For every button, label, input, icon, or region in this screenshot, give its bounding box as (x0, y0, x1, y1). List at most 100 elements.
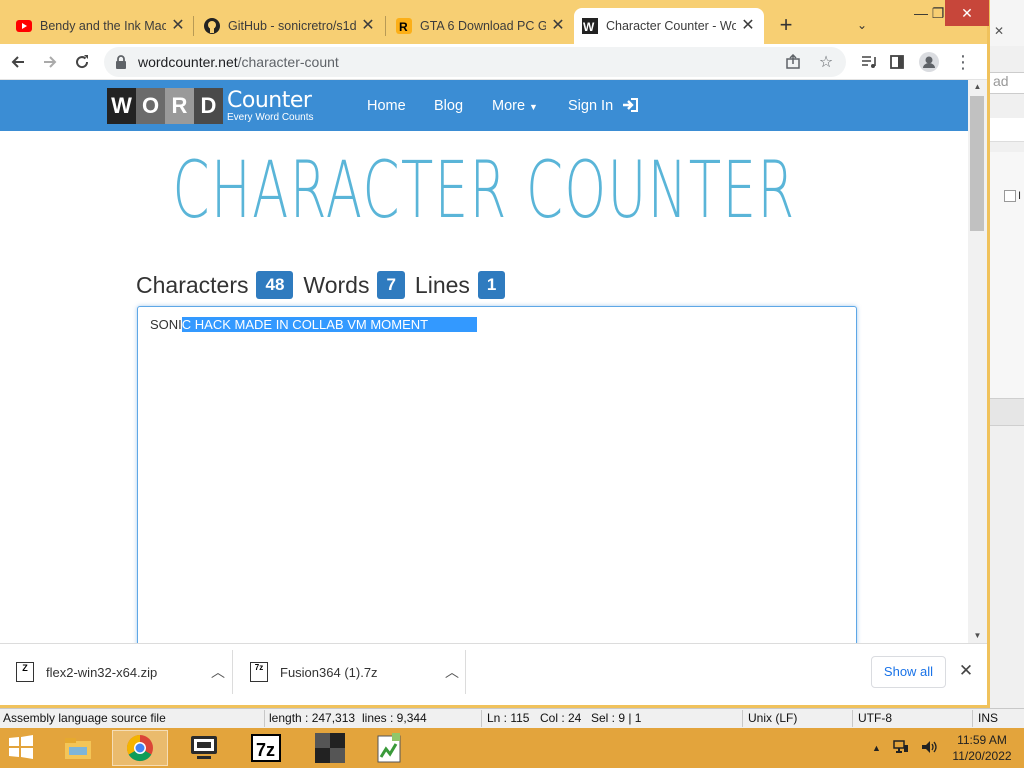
status-separator (481, 710, 482, 727)
logo-letter: O (136, 88, 165, 124)
volume-icon[interactable] (921, 740, 937, 757)
status-separator (742, 710, 743, 727)
status-separator (852, 710, 853, 727)
scroll-up-arrow-icon[interactable]: ▲ (968, 80, 987, 94)
page-viewport: W O R D Counter Every Word Counts Home B… (0, 80, 987, 643)
browser-window: Bendy and the Ink Mac ✕ GitHub - sonicre… (0, 0, 990, 708)
sign-in-icon (623, 98, 639, 112)
logo-tagline: Every Word Counts (227, 111, 314, 123)
7zip-icon[interactable]: 7z (238, 730, 294, 766)
page-scrollbar[interactable]: ▲ ▼ (968, 80, 987, 643)
address-bar[interactable]: wordcounter.net/character-count ☆ (104, 47, 846, 77)
bookmark-star-icon[interactable]: ☆ (814, 50, 838, 74)
tab-search-icon[interactable]: ⌄ (852, 14, 872, 36)
windows-start-icon[interactable] (6, 734, 40, 762)
scrollbar-thumb[interactable] (970, 96, 984, 231)
show-all-button[interactable]: Show all (871, 656, 946, 688)
text-input-area[interactable]: SONIC HACK MADE IN COLLAB VM MOMENT (137, 306, 857, 643)
status-encoding: UTF-8 (858, 711, 892, 725)
page-title: CHARACTER COUNTER (172, 146, 796, 236)
tab-character-counter[interactable]: W Character Counter - Wo ✕ (574, 8, 764, 44)
tab-title: GTA 6 Download PC Ga (420, 19, 546, 33)
close-icon[interactable]: ✕ (956, 660, 976, 682)
nav-home-link[interactable]: Home (367, 98, 406, 114)
chevron-up-icon[interactable]: ︿ (208, 662, 228, 682)
tab-strip: Bendy and the Ink Mac ✕ GitHub - sonicre… (0, 0, 989, 44)
tab-bendy[interactable]: Bendy and the Ink Mac ✕ (8, 8, 194, 44)
nav-more-label: More (492, 98, 526, 114)
background-window-text: ad (989, 72, 1024, 94)
network-icon[interactable] (893, 739, 909, 757)
reload-icon[interactable] (69, 49, 95, 75)
browser-toolbar: wordcounter.net/character-count ☆ ⋮ (0, 44, 987, 80)
download-item[interactable]: 7z Fusion364 (1).7z ︿ (250, 650, 462, 694)
new-tab-button[interactable]: + (774, 14, 798, 38)
taskbar: 7z ▲ 11:59 AM 11/20/2022 (0, 728, 1024, 768)
download-separator (232, 650, 233, 694)
back-arrow-icon[interactable] (5, 49, 31, 75)
download-filename: Fusion364 (1).7z (280, 664, 378, 680)
chevron-up-icon[interactable]: ︿ (442, 662, 462, 682)
download-filename: flex2-win32-x64.zip (46, 664, 158, 680)
download-item[interactable]: Z flex2-win32-x64.zip ︿ (16, 650, 228, 694)
tab-github[interactable]: GitHub - sonicretro/s1d ✕ (196, 8, 384, 44)
side-panel-icon[interactable] (884, 49, 910, 75)
characters-count-badge: 48 (256, 271, 294, 299)
window-close-button[interactable]: ✕ (945, 0, 989, 26)
editor-selected-text: C HACK MADE IN COLLAB VM MOMENT (181, 317, 478, 332)
forward-arrow-icon[interactable] (37, 49, 63, 75)
wordcounter-logo[interactable]: W O R D Counter Every Word Counts (107, 88, 314, 124)
logo-letter: W (107, 88, 136, 124)
rockstar-icon: R (396, 18, 412, 34)
tab-close-icon[interactable]: ✕ (550, 18, 566, 34)
flex-icon[interactable] (302, 730, 358, 766)
status-line-number: Ln : 115 (487, 711, 530, 725)
background-window-checkbox[interactable] (1004, 190, 1016, 202)
share-icon[interactable] (781, 50, 805, 74)
status-separator (264, 710, 265, 727)
taskbar-clock[interactable]: 11:59 AM 11/20/2022 (950, 732, 1014, 764)
site-navbar: W O R D Counter Every Word Counts Home B… (0, 80, 968, 131)
logo-letter: D (194, 88, 223, 124)
tray-expand-icon[interactable]: ▲ (872, 743, 881, 753)
file-explorer-icon[interactable] (50, 730, 106, 766)
background-window: ✕ ad I (988, 0, 1024, 708)
status-column: Col : 24 (540, 711, 582, 725)
status-selection: Sel : 9 | 1 (591, 711, 642, 725)
background-window-label: I (1018, 190, 1022, 202)
virtual-machine-icon[interactable] (176, 730, 232, 766)
status-lines: lines : 9,344 (362, 711, 427, 725)
tab-gta[interactable]: R GTA 6 Download PC Ga ✕ (388, 8, 574, 44)
nav-blog-link[interactable]: Blog (434, 98, 463, 114)
7zip-label: 7z (256, 740, 275, 760)
kebab-menu-icon[interactable]: ⋮ (950, 49, 976, 75)
tab-close-icon[interactable]: ✕ (360, 18, 376, 34)
stats-row: Characters 48 Words 7 Lines 1 (136, 270, 515, 300)
scroll-down-arrow-icon[interactable]: ▼ (968, 629, 987, 643)
nav-signin-link[interactable]: Sign In (568, 98, 639, 114)
media-control-icon[interactable] (856, 49, 882, 75)
lines-count-badge: 1 (477, 271, 506, 299)
status-eol: Unix (LF) (748, 711, 798, 725)
clock-date: 11/20/2022 (952, 749, 1012, 763)
lock-icon[interactable] (114, 54, 130, 70)
zip-file-icon: Z (16, 662, 34, 682)
status-insert-mode: INS (978, 711, 999, 725)
tab-separator (385, 16, 386, 36)
lines-label: Lines (414, 271, 470, 298)
github-icon (204, 18, 220, 34)
chrome-icon[interactable] (112, 730, 168, 766)
profile-avatar-icon[interactable] (916, 49, 942, 75)
words-count-badge: 7 (377, 271, 405, 299)
download-shelf: Z flex2-win32-x64.zip ︿ 7z Fusion364 (1)… (0, 643, 987, 700)
logo-title: Counter (227, 87, 312, 113)
svg-text:W: W (583, 20, 595, 34)
background-window-close-icon[interactable]: ✕ (994, 24, 1004, 38)
tab-close-icon[interactable]: ✕ (740, 18, 756, 34)
editor-status-bar: Assembly language source file length : 2… (0, 708, 1024, 728)
tab-close-icon[interactable]: ✕ (170, 18, 186, 34)
download-separator (465, 650, 466, 694)
tab-title: Bendy and the Ink Mac (40, 19, 166, 33)
notepadpp-icon[interactable] (362, 730, 418, 766)
nav-more-dropdown[interactable]: More ▼ (492, 98, 538, 114)
